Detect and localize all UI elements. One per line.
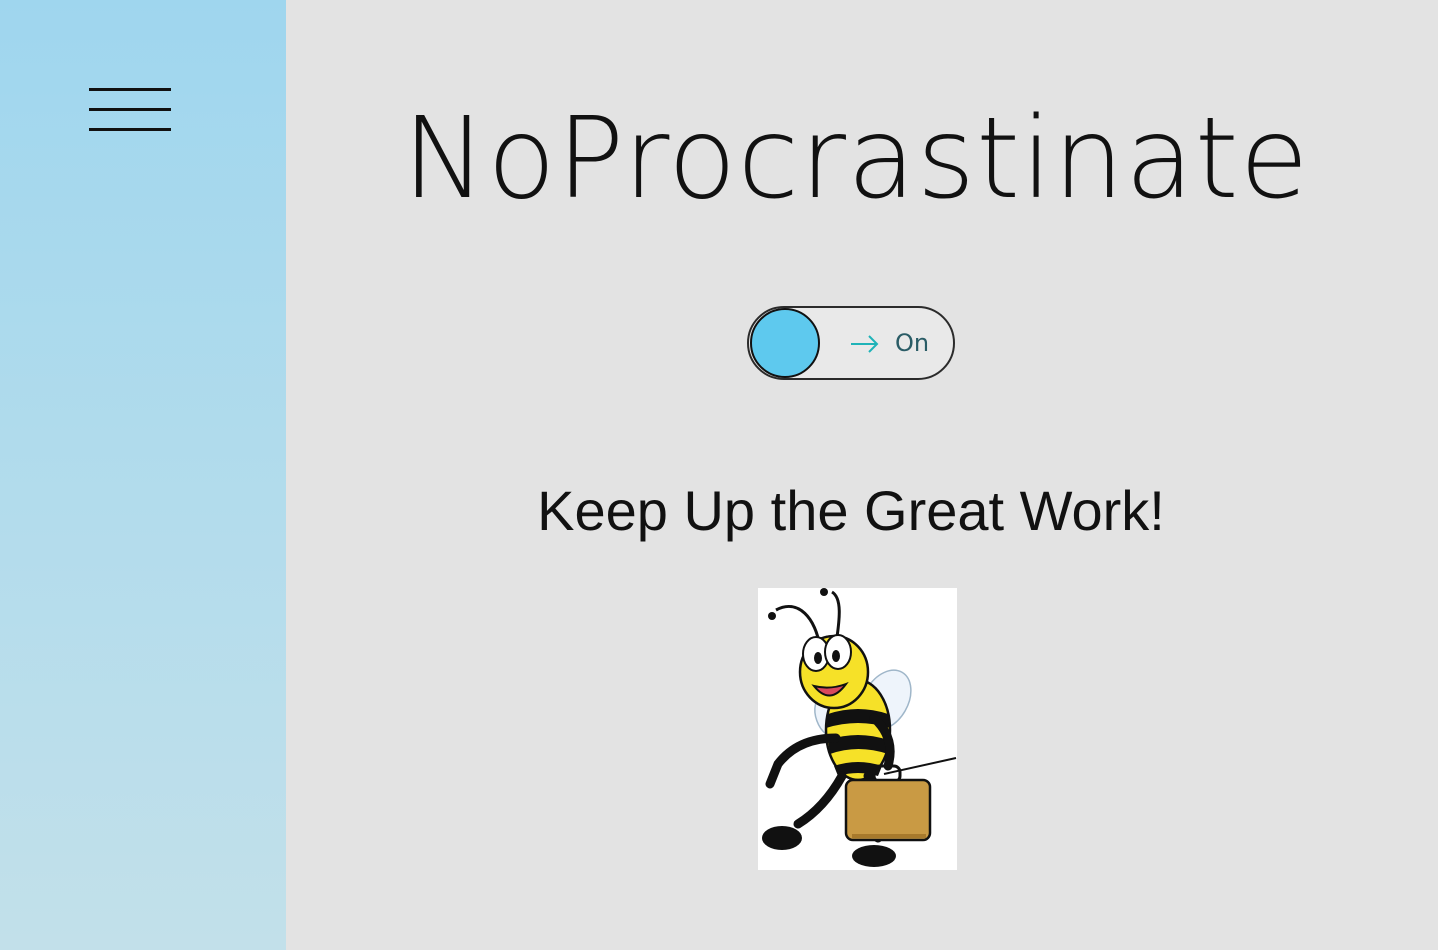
on-off-toggle[interactable]: On [747,306,955,380]
toggle-label: On [895,329,930,357]
menu-line-middle [89,108,171,111]
app-title: NoProcrastinate [402,94,1310,224]
bee-mascot-icon [762,588,957,867]
menu-line-top [89,88,171,91]
encouragement-message: Keep Up the Great Work! [537,479,1165,542]
arrow-right-icon [851,335,879,353]
app-window: NoProcrastinate On Keep Up the Great Wor… [0,0,1438,950]
menu-line-bottom [89,128,171,131]
bee-mascot-image [758,588,957,870]
sidebar [0,0,286,950]
hamburger-menu-icon[interactable] [84,80,176,140]
toggle-knob[interactable] [750,308,820,378]
main-content: NoProcrastinate On Keep Up the Great Wor… [286,0,1438,950]
